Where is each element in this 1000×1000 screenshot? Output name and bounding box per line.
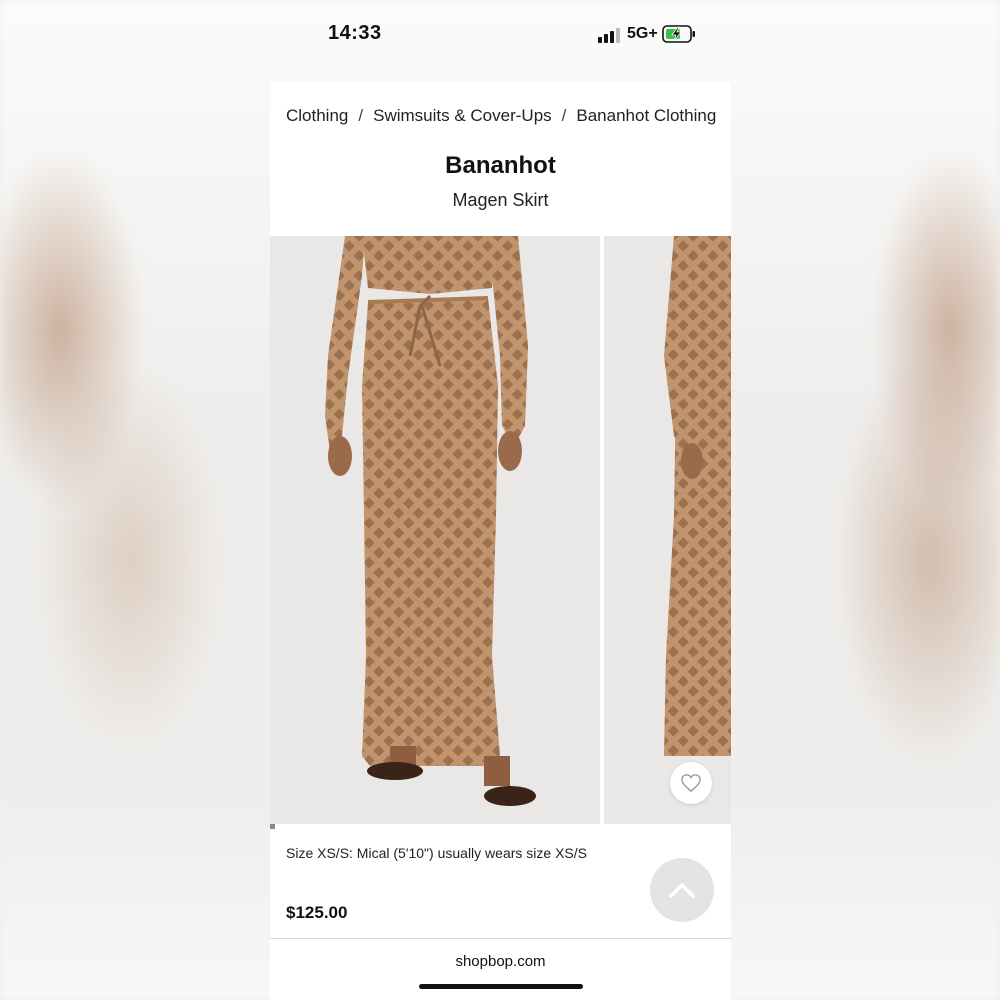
- product-name: Magen Skirt: [452, 190, 549, 210]
- skirt-front-illustration: [325, 236, 536, 806]
- heart-icon: [681, 774, 701, 793]
- browser-bar-divider: [270, 938, 731, 939]
- size-note: Size XS/S: Mical (5'10") usually wears s…: [286, 845, 587, 861]
- battery-charging-icon: [662, 25, 695, 43]
- home-indicator[interactable]: [419, 984, 583, 989]
- signal-bars-icon: [598, 28, 620, 43]
- breadcrumb-item-brand[interactable]: Bananhot Clothing: [576, 106, 716, 126]
- back-to-top-button[interactable]: [650, 858, 714, 922]
- product-brand[interactable]: Bananhot: [270, 152, 731, 180]
- product-photo-front[interactable]: [270, 236, 600, 824]
- product-gallery[interactable]: [270, 236, 731, 824]
- breadcrumb-separator: /: [561, 106, 567, 125]
- wishlist-button[interactable]: [670, 762, 712, 804]
- product-photo-side[interactable]: [604, 236, 731, 824]
- product-page: Clothing / Swimsuits & Cover-Ups / Bananhot …: [270, 82, 731, 1000]
- status-bar: 14:33 5G+: [0, 0, 1000, 70]
- network-type: 5G+: [627, 25, 658, 42]
- gallery-scroll-indicator: [270, 824, 275, 829]
- breadcrumb-item-swimsuits[interactable]: Swimsuits & Cover-Ups: [373, 106, 552, 126]
- browser-url[interactable]: shopbop.com: [270, 953, 731, 970]
- status-time: 14:33: [328, 22, 382, 44]
- skirt-side-illustration: [664, 236, 731, 756]
- breadcrumb-item-clothing[interactable]: Clothing: [286, 106, 348, 126]
- chevron-up-icon: [669, 883, 695, 898]
- breadcrumb-separator: /: [358, 106, 364, 125]
- breadcrumb: Clothing / Swimsuits & Cover-Ups / Bananhot …: [286, 106, 716, 126]
- product-price: $125.00: [286, 903, 348, 922]
